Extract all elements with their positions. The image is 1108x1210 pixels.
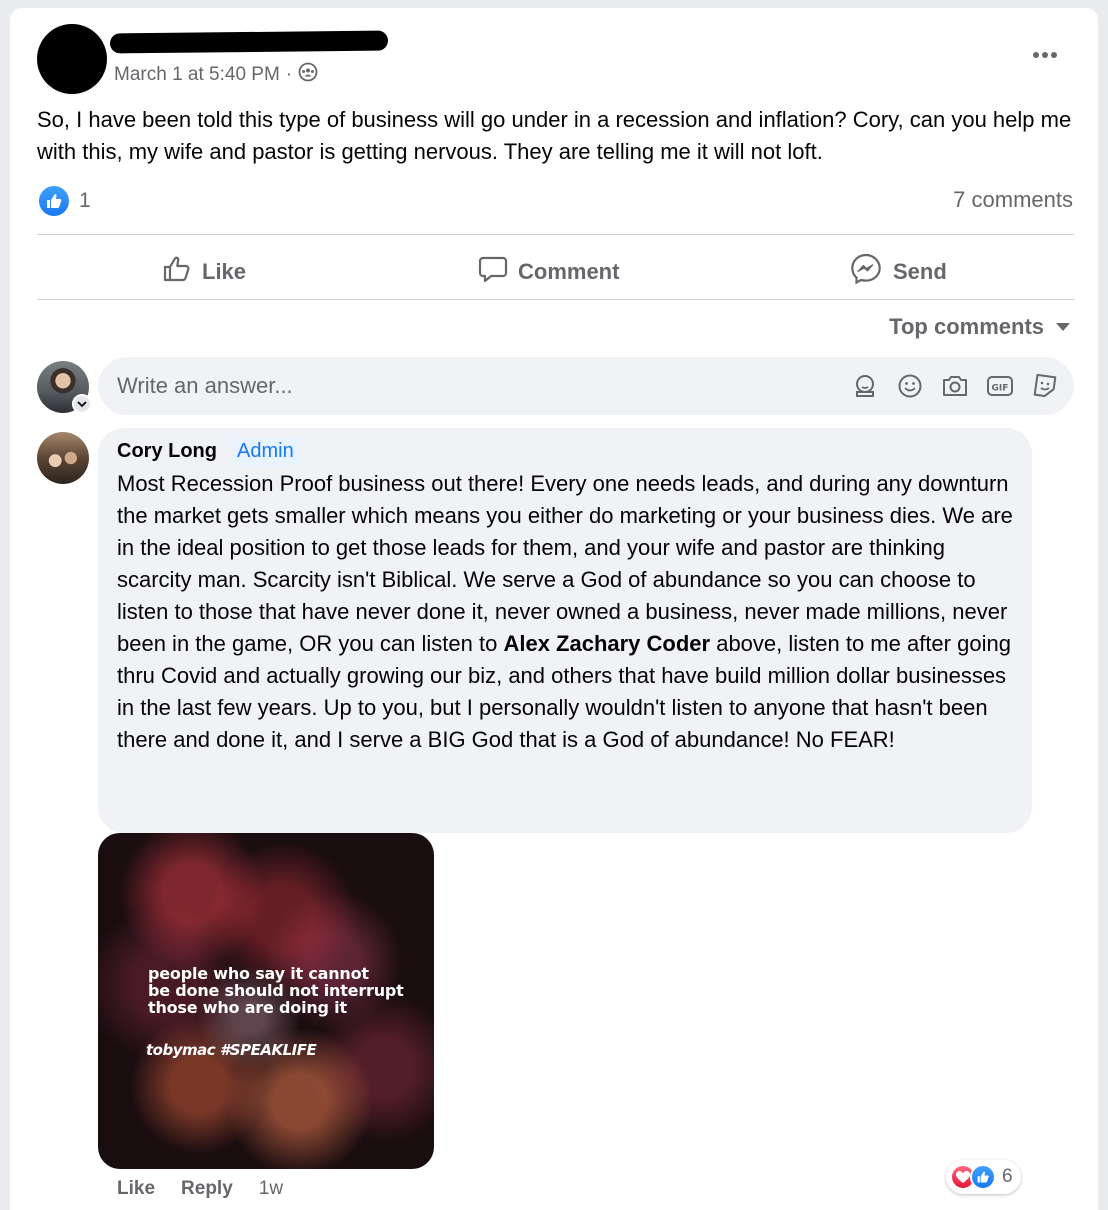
mention-link[interactable]: Alex Zachary Coder <box>503 631 710 656</box>
quote-line: be done should not interrupt <box>148 981 404 1000</box>
more-dot-icon <box>1051 52 1057 58</box>
avatar-sticker-icon[interactable] <box>850 371 880 401</box>
commenter-header: Cory Long Admin <box>117 438 300 465</box>
comment-like-link[interactable]: Like <box>117 1178 155 1200</box>
meta-separator: · <box>285 64 293 85</box>
post-card: March 1 at 5:40 PM · So, I have been tol… <box>10 8 1098 1210</box>
post-reaction-summary[interactable]: 1 <box>39 186 91 216</box>
comment-image[interactable]: people who say it cannot be done should … <box>98 833 434 1169</box>
sticker-icon[interactable] <box>1030 371 1060 401</box>
like-reaction-icon <box>39 186 69 216</box>
more-dot-icon <box>1033 52 1039 58</box>
svg-text:GIF: GIF <box>992 384 1009 394</box>
divider <box>37 299 1074 300</box>
chevron-down-icon[interactable] <box>72 394 92 414</box>
comment-reaction-summary[interactable]: 6 <box>946 1160 1021 1194</box>
messenger-icon <box>849 252 883 292</box>
quote-signature: tobymac #SPEAKLIFE <box>146 1041 317 1059</box>
comment-bubble: Cory Long Admin Most Recession Proof bus… <box>98 428 1032 833</box>
author-name-redacted[interactable] <box>109 30 389 54</box>
commenter-name[interactable]: Cory Long <box>117 440 217 463</box>
like-label: Like <box>202 259 247 284</box>
send-button[interactable]: Send <box>849 244 947 300</box>
comment-label: Comment <box>518 259 620 284</box>
sort-label: Top comments <box>889 314 1044 339</box>
camera-icon[interactable] <box>940 371 970 401</box>
like-reaction-icon <box>970 1164 996 1190</box>
comment-reaction-count: 6 <box>1002 1166 1013 1187</box>
comment-input[interactable] <box>117 357 817 415</box>
comment-text-part: Most Recession Proof business out there!… <box>117 471 1013 656</box>
quote-line: those who are doing it <box>148 998 347 1017</box>
divider <box>37 234 1074 235</box>
like-button[interactable]: Like <box>162 244 246 300</box>
comment-text: Most Recession Proof business out there!… <box>117 468 1017 756</box>
more-dot-icon <box>1042 52 1048 58</box>
composer-tools: GIF <box>850 371 1060 401</box>
comment-bubble-icon <box>478 254 508 290</box>
comments-count-link[interactable]: 7 comments <box>953 187 1073 213</box>
post-meta: March 1 at 5:40 PM · <box>114 62 318 88</box>
post-text: So, I have been told this type of busine… <box>37 107 1072 164</box>
comment-time[interactable]: 1w <box>259 1178 283 1200</box>
send-label: Send <box>893 259 947 284</box>
post-timestamp[interactable]: March 1 at 5:40 PM <box>114 64 280 86</box>
admin-badge: Admin <box>231 438 300 465</box>
thumbs-up-icon <box>162 254 192 290</box>
author-avatar-redacted[interactable] <box>37 24 107 94</box>
quote-text: people who say it cannot be done should … <box>148 965 404 1016</box>
quote-line: people who say it cannot <box>148 964 369 983</box>
comment-composer: GIF <box>98 357 1074 415</box>
comment-sort-dropdown[interactable]: Top comments <box>889 314 1070 340</box>
post-reaction-count: 1 <box>79 189 91 212</box>
emoji-icon[interactable] <box>895 371 925 401</box>
gif-icon[interactable]: GIF <box>985 371 1015 401</box>
comment-actions: Like Reply 1w <box>117 1178 283 1200</box>
comment-button[interactable]: Comment <box>478 244 619 300</box>
more-options-button[interactable] <box>1028 42 1062 68</box>
commenter-avatar[interactable] <box>37 432 89 484</box>
comment-reply-link[interactable]: Reply <box>181 1178 233 1200</box>
caret-down-icon <box>1056 323 1070 331</box>
group-icon <box>298 62 318 88</box>
